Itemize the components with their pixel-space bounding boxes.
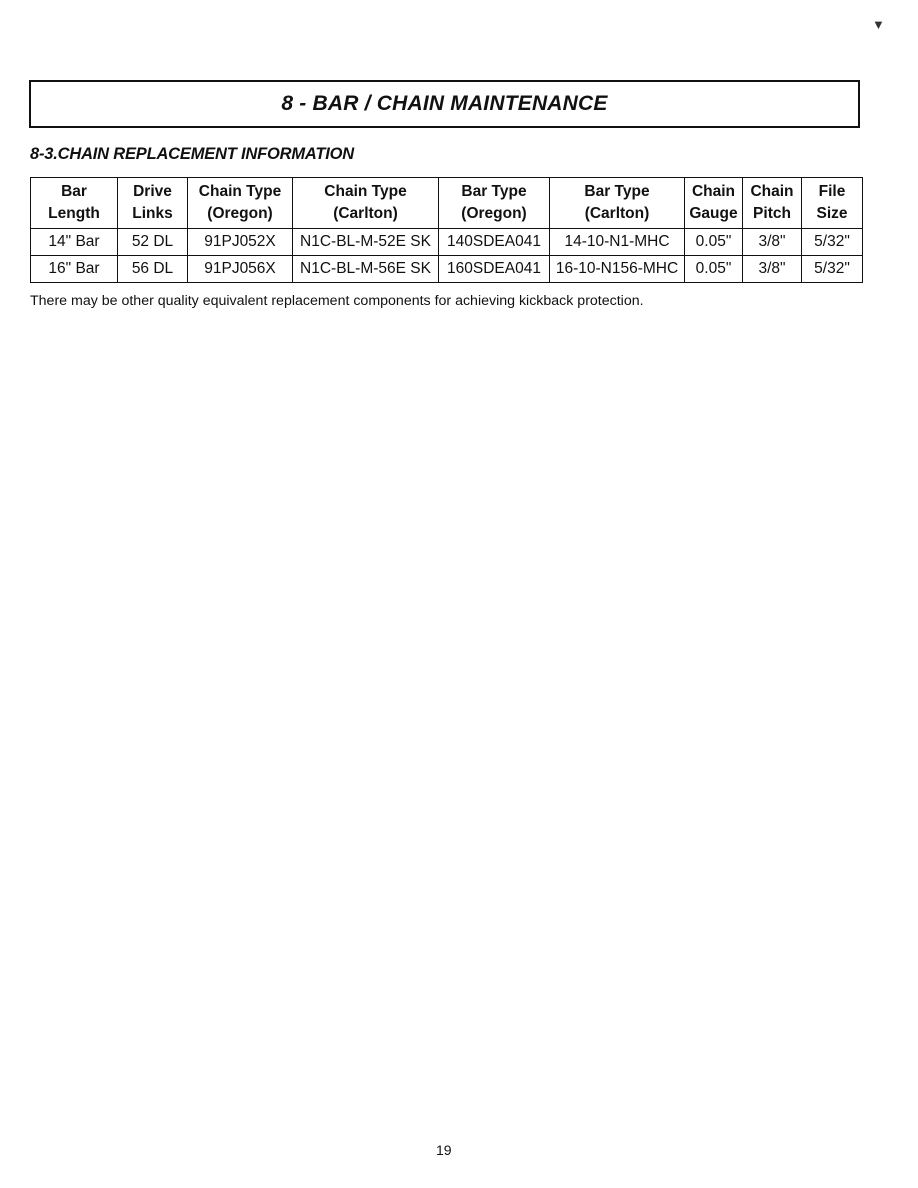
column-header: Chain Pitch [742, 177, 802, 229]
table-cell: 0.05" [684, 228, 743, 256]
table-cell: 3/8" [742, 255, 802, 283]
table-cell: 0.05" [684, 255, 743, 283]
table-cell: 91PJ052X [187, 228, 293, 256]
table-cell: 14" Bar [30, 228, 118, 256]
column-header: Bar Length [30, 177, 118, 229]
table-header-row: Bar Length Drive Links Chain Type (Oregon) … [30, 177, 863, 229]
table-cell: 3/8" [742, 228, 802, 256]
table-cell: 16" Bar [30, 255, 118, 283]
scan-artifact-icon: ▼ [872, 17, 885, 32]
table-cell: 5/32" [801, 255, 863, 283]
column-header: Bar Type (Carlton) [549, 177, 685, 229]
column-header: Bar Type (Oregon) [438, 177, 550, 229]
table-row: 16" Bar 56 DL 91PJ056X N1C-BL-M-56E SK 1… [30, 255, 863, 283]
table-cell: N1C-BL-M-52E SK [292, 228, 439, 256]
table-cell: 14-10-N1-MHC [549, 228, 685, 256]
table-cell: 5/32" [801, 228, 863, 256]
section-title: 8 - BAR / CHAIN MAINTENANCE [281, 92, 608, 115]
table-cell: 52 DL [117, 228, 188, 256]
section-header: 8 - BAR / CHAIN MAINTENANCE [29, 80, 860, 128]
page-number: 19 [436, 1142, 452, 1158]
column-header: Chain Gauge [684, 177, 743, 229]
table-cell: 56 DL [117, 255, 188, 283]
table-cell: 91PJ056X [187, 255, 293, 283]
kickback-note: There may be other quality equivalent re… [30, 293, 644, 309]
column-header: Chain Type (Oregon) [187, 177, 293, 229]
subsection-title: 8-3.CHAIN REPLACEMENT INFORMATION [30, 145, 355, 163]
chain-replacement-table: Bar Length Drive Links Chain Type (Oregon) … [30, 177, 863, 283]
table-cell: 16-10-N156-MHC [549, 255, 685, 283]
column-header: File Size [801, 177, 863, 229]
column-header: Chain Type (Carlton) [292, 177, 439, 229]
column-header: Drive Links [117, 177, 188, 229]
table-cell: 160SDEA041 [438, 255, 550, 283]
table-row: 14" Bar 52 DL 91PJ052X N1C-BL-M-52E SK 1… [30, 228, 863, 256]
table-cell: 140SDEA041 [438, 228, 550, 256]
table-cell: N1C-BL-M-56E SK [292, 255, 439, 283]
